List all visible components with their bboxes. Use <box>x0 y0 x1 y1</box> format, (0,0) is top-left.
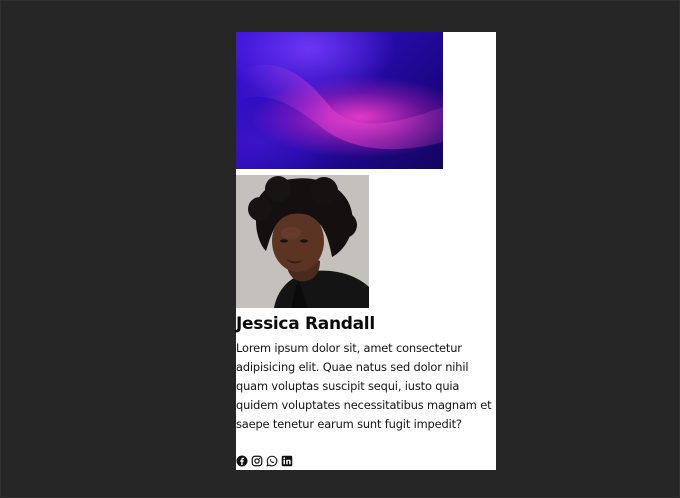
profile-name: Jessica Randall <box>236 314 375 334</box>
page: Jessica Randall Lorem ipsum dolor sit, a… <box>0 0 680 498</box>
cover-banner <box>236 32 443 169</box>
linkedin-icon[interactable] <box>281 455 293 467</box>
facebook-icon[interactable] <box>236 455 248 467</box>
whatsapp-icon[interactable] <box>266 455 278 467</box>
instagram-icon[interactable] <box>251 455 263 467</box>
social-links <box>236 455 293 467</box>
profile-bio: Lorem ipsum dolor sit, amet consectetur … <box>236 341 492 431</box>
profile-photo <box>236 175 369 308</box>
profile-card: Jessica Randall Lorem ipsum dolor sit, a… <box>236 32 496 470</box>
